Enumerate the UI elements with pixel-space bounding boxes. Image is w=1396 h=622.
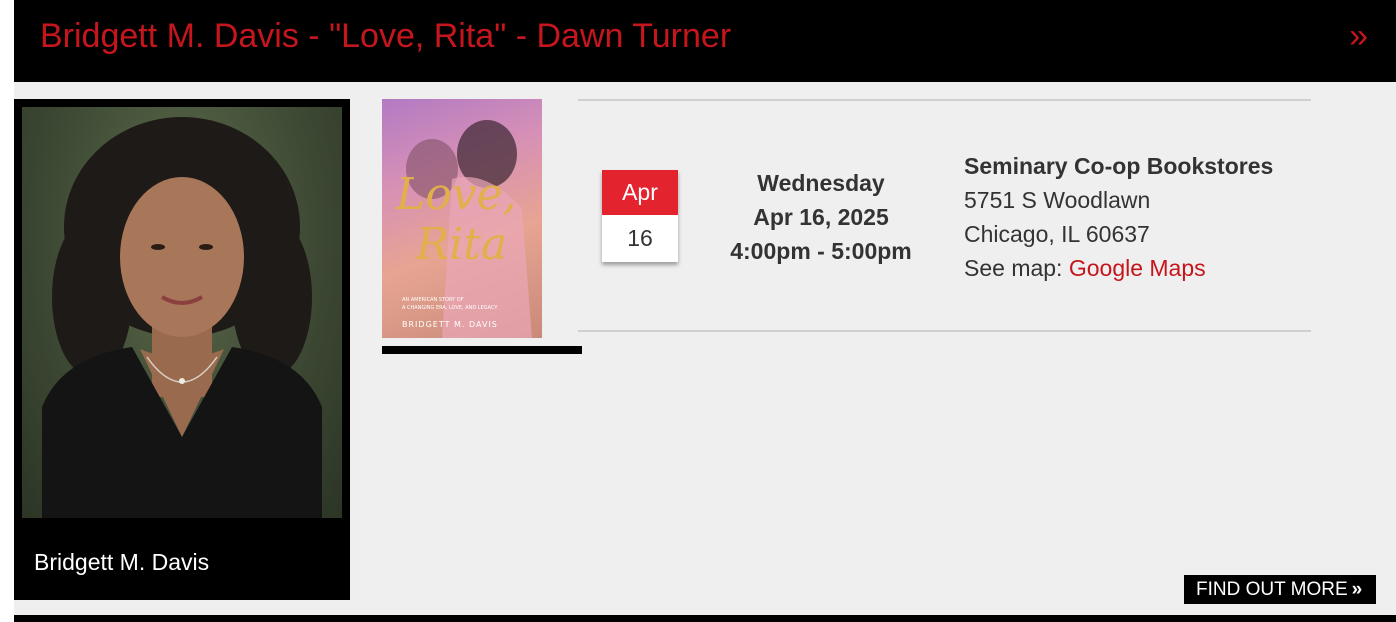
venue-info: Seminary Co-op Bookstores 5751 S Woodlaw…	[964, 149, 1273, 285]
venue-city: Chicago, IL 60637	[964, 221, 1150, 247]
event-datetime: Wednesday Apr 16, 2025 4:00pm - 5:00pm	[714, 166, 928, 268]
calendar-month: Apr	[602, 170, 678, 215]
google-maps-link[interactable]: Google Maps	[1069, 255, 1206, 281]
divider-top	[578, 99, 1311, 101]
find-out-more-button[interactable]: FIND OUT MORE»	[1184, 575, 1376, 604]
author-photo	[22, 107, 342, 518]
book-cover-image[interactable]: Love, Rita AN AMERICAN STORY OF A CHANGI…	[382, 99, 542, 338]
author-caption: Bridgett M. Davis	[34, 549, 210, 575]
venue-name: Seminary Co-op Bookstores	[964, 153, 1274, 179]
chevron-right-icon: »	[1351, 579, 1363, 600]
event-title[interactable]: Bridgett M. Davis - "Love, Rita" - Dawn …	[40, 16, 731, 56]
event-time: 4:00pm - 5:00pm	[730, 238, 912, 264]
expand-arrow-icon[interactable]: »	[1349, 16, 1368, 56]
event-date: Apr 16, 2025	[753, 204, 889, 230]
venue-map-row: See map: Google Maps	[964, 251, 1273, 285]
cover-title-line1: Love,	[395, 169, 517, 220]
event-header: Bridgett M. Davis - "Love, Rita" - Dawn …	[14, 0, 1396, 82]
cover-author: BRIDGETT M. DAVIS	[402, 320, 498, 329]
find-out-more-label: FIND OUT MORE	[1196, 579, 1348, 600]
cover-title-line2: Rita	[415, 219, 507, 270]
divider-bottom	[578, 330, 1311, 332]
event-card: Bridgett M. Davis - "Love, Rita" - Dawn …	[14, 0, 1396, 622]
author-card: Bridgett M. Davis	[14, 99, 350, 600]
book-underline	[382, 346, 582, 354]
cover-subtitle2: A CHANGING ERA, LOVE, AND LEGACY	[402, 305, 498, 311]
map-label: See map:	[964, 255, 1069, 281]
calendar-badge: Apr 16	[602, 170, 678, 262]
cover-subtitle: AN AMERICAN STORY OF	[402, 297, 464, 303]
footer-bar	[14, 615, 1396, 622]
calendar-day: 16	[627, 225, 653, 251]
venue-street: 5751 S Woodlawn	[964, 187, 1151, 213]
event-weekday: Wednesday	[757, 170, 885, 196]
